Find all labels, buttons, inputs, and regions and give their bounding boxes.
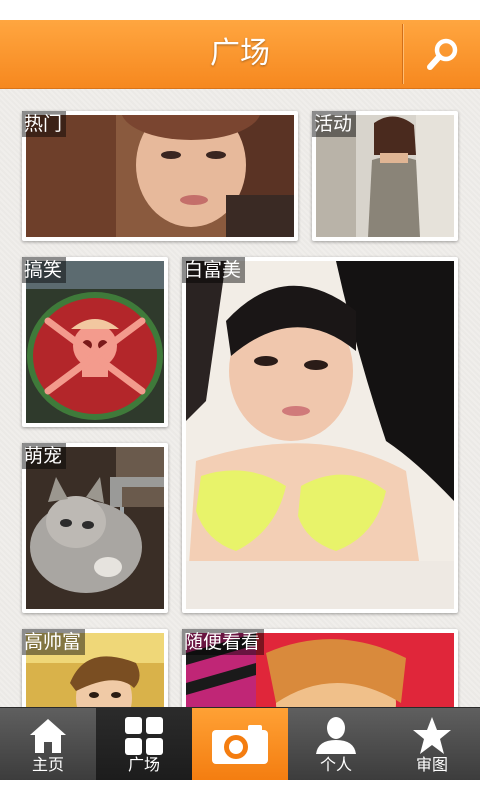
tile-label: 活动 [312, 111, 357, 137]
category-tile-pets[interactable]: 萌宠 [22, 443, 168, 613]
tile-label: 萌宠 [22, 443, 67, 469]
tab-profile[interactable]: 个人 [288, 708, 384, 781]
camera-button[interactable] [192, 708, 288, 781]
tab-label: 个人 [319, 755, 352, 774]
category-tile-funny[interactable]: 搞笑 [22, 257, 168, 427]
top-header: 广场 [0, 20, 480, 89]
header-divider [402, 24, 403, 84]
category-tile-hot[interactable]: 热门 [22, 111, 298, 241]
beauty-photo [186, 261, 454, 609]
tile-label: 搞笑 [22, 257, 67, 283]
funny-photo [26, 261, 164, 423]
tile-label: 白富美 [182, 257, 246, 283]
category-tile-beauty[interactable]: 白富美 [182, 257, 458, 613]
pets-photo [26, 447, 164, 609]
tab-square[interactable]: 广场 [96, 708, 192, 781]
star-icon [413, 717, 451, 754]
category-tile-handsome[interactable]: 高帅富 [22, 629, 168, 707]
tab-featured[interactable]: 审图 [384, 708, 480, 781]
search-icon [427, 38, 458, 70]
status-bar-area [0, 0, 480, 20]
category-tile-random[interactable]: 随便看看 [182, 629, 458, 707]
tab-label: 广场 [127, 755, 160, 774]
person-icon [316, 717, 356, 754]
search-button[interactable] [420, 34, 464, 74]
home-icon [30, 719, 66, 753]
tab-label: 审图 [415, 755, 448, 774]
tab-home[interactable]: 主页 [0, 708, 96, 781]
tab-label: 主页 [31, 755, 64, 774]
bottom-strip [0, 780, 480, 800]
grid-icon [125, 717, 163, 755]
tile-label: 随便看看 [182, 629, 265, 655]
category-tile-events[interactable]: 活动 [312, 111, 458, 241]
camera-icon [212, 725, 268, 764]
square-grid: 热门 活动 搞笑 白富美 萌宠 高帅富 随便看看 [0, 89, 480, 707]
hot-photo [26, 115, 294, 237]
page-title: 广场 [210, 36, 270, 71]
tile-label: 高帅富 [22, 629, 86, 655]
bottom-tab-bar: 主页 广场 个人 审图 [0, 707, 480, 781]
tile-label: 热门 [22, 111, 67, 137]
